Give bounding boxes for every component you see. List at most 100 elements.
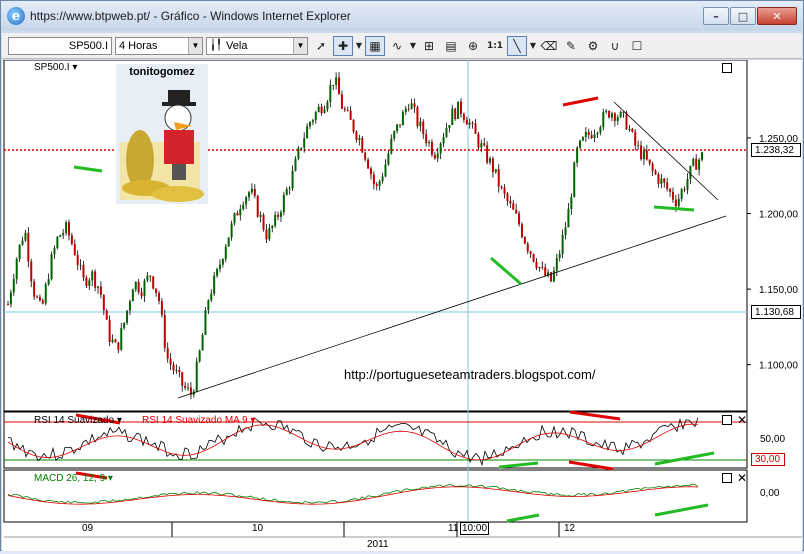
candle-body bbox=[82, 264, 85, 278]
maximize-panel-icon[interactable] bbox=[722, 63, 732, 73]
candle-body bbox=[175, 370, 178, 372]
year-label: 2011 bbox=[367, 539, 389, 550]
candle-body bbox=[323, 109, 326, 113]
rsi-label[interactable]: RSI 14 Suavizado ▾ bbox=[34, 415, 122, 426]
candle-body bbox=[47, 279, 50, 285]
candle-body bbox=[256, 195, 259, 217]
candle-body bbox=[108, 319, 111, 343]
candle-body bbox=[277, 214, 280, 217]
candle-body bbox=[369, 168, 372, 175]
candle-body bbox=[695, 158, 698, 170]
candle-body bbox=[181, 372, 184, 386]
layout-icon[interactable]: ▤ bbox=[441, 36, 461, 56]
candle-body bbox=[155, 288, 158, 294]
crosshair-tool-icon[interactable]: ✚ bbox=[333, 35, 353, 56]
close-panel-icon[interactable]: ✕ bbox=[737, 414, 747, 426]
macd-label[interactable]: MACD 26, 12, 9 ▾ bbox=[34, 473, 113, 484]
rsi-divergence-green bbox=[498, 461, 539, 469]
minimize-button[interactable]: – bbox=[703, 7, 729, 25]
candle-body bbox=[70, 235, 73, 244]
indicator-tool-icon[interactable]: ∿ bbox=[387, 36, 407, 56]
chevron-down-icon[interactable]: ▼ bbox=[355, 36, 363, 56]
chevron-down-icon[interactable]: ▼ bbox=[529, 36, 537, 56]
chevron-down-icon: ▼ bbox=[293, 37, 307, 54]
candle-body bbox=[30, 261, 33, 282]
candle-body bbox=[15, 258, 18, 280]
divergence-green-line bbox=[490, 256, 522, 286]
current-price-tag: 1.238,32 bbox=[751, 143, 801, 157]
chart-toolbar: SP500.I 4 Horas ▼ ╽╿ Vela ▼ ➚ ✚ ▼ ▦ ∿ ▼ … bbox=[2, 33, 802, 59]
candle-body bbox=[428, 142, 431, 144]
y-tick-label: 1.200,00 bbox=[759, 210, 798, 221]
candle-body bbox=[18, 244, 21, 259]
symbol-field[interactable]: SP500.I bbox=[8, 36, 112, 55]
chart-type-select[interactable]: ╽╿ Vela ▼ bbox=[206, 36, 308, 55]
candle-body bbox=[184, 385, 187, 388]
candle-body bbox=[317, 106, 320, 113]
one-to-one-icon[interactable]: 1:1 bbox=[485, 36, 505, 56]
browser-window: e https://www.btpweb.pt/ - Gráfico - Win… bbox=[0, 0, 804, 551]
candle-body bbox=[358, 137, 361, 140]
chart-area[interactable]: 1.250,00 1.200,00 1.150,00 1.100,00 SP500.I… bbox=[2, 59, 802, 551]
add-panel-icon[interactable]: ⊞ bbox=[419, 36, 439, 56]
candle-body bbox=[198, 350, 201, 362]
candle-body bbox=[300, 147, 303, 149]
maximize-panel-icon[interactable] bbox=[722, 473, 732, 483]
candle-body bbox=[123, 322, 126, 329]
candle-body bbox=[352, 119, 355, 132]
candle-body bbox=[657, 174, 660, 184]
window-icon[interactable]: ☐ bbox=[627, 36, 647, 56]
maximize-button[interactable]: □ bbox=[730, 7, 756, 25]
candle-body bbox=[38, 297, 41, 301]
candle-body bbox=[33, 281, 36, 297]
candle-body bbox=[114, 339, 117, 343]
candle-body bbox=[230, 223, 233, 238]
candle-body bbox=[451, 108, 454, 126]
candle-body bbox=[239, 209, 242, 216]
symbol-value: SP500.I bbox=[68, 39, 108, 52]
candle-body bbox=[599, 127, 602, 133]
chevron-down-icon[interactable]: ▼ bbox=[409, 36, 417, 56]
candle-body bbox=[210, 293, 213, 301]
timeframe-select[interactable]: 4 Horas ▼ bbox=[115, 36, 203, 55]
delete-drawings-icon[interactable]: ✎ bbox=[561, 36, 581, 56]
candle-body bbox=[393, 131, 396, 139]
candle-body bbox=[462, 114, 465, 120]
candle-body bbox=[338, 77, 341, 95]
candle-body bbox=[407, 108, 410, 110]
properties-icon[interactable]: ⚙ bbox=[583, 36, 603, 56]
candle-body bbox=[335, 77, 338, 85]
candle-body bbox=[396, 124, 399, 132]
y-tick-label: 1.150,00 bbox=[759, 285, 798, 296]
candle-body bbox=[282, 194, 285, 213]
candle-body bbox=[593, 134, 596, 139]
candle-body bbox=[541, 267, 544, 269]
candle-body bbox=[67, 222, 70, 236]
candle-body bbox=[201, 334, 204, 351]
grid-tool-icon[interactable]: ▦ bbox=[365, 35, 385, 56]
candle-body bbox=[515, 209, 518, 214]
candle-body bbox=[343, 108, 346, 111]
close-button[interactable]: ✕ bbox=[757, 7, 797, 25]
rsi-ma-label[interactable]: RSI 14 Suavizado MA 9 ▾ bbox=[142, 415, 255, 426]
candle-body bbox=[561, 235, 564, 255]
rsi-divergence-green bbox=[654, 451, 715, 466]
candle-body bbox=[686, 179, 689, 190]
rsi-level-tag: 30,00 bbox=[751, 453, 785, 466]
candle-body bbox=[308, 122, 311, 127]
magnet-icon[interactable]: ∪ bbox=[605, 36, 625, 56]
candle-body bbox=[152, 276, 155, 289]
zoom-icon[interactable]: ⊕ bbox=[463, 36, 483, 56]
macd-divergence-green bbox=[654, 503, 709, 517]
candle-body bbox=[250, 188, 253, 193]
symbol-label[interactable]: SP500.I ▾ bbox=[34, 62, 77, 73]
trendline-tool-icon[interactable]: ╲ bbox=[507, 35, 527, 56]
close-panel-icon[interactable]: ✕ bbox=[737, 472, 747, 484]
candle-body bbox=[381, 176, 384, 182]
candle-body bbox=[416, 107, 419, 127]
candle-body bbox=[631, 128, 634, 132]
maximize-panel-icon[interactable] bbox=[722, 415, 732, 425]
pointer-tool-icon[interactable]: ➚ bbox=[311, 36, 331, 56]
eraser-icon[interactable]: ⌫ bbox=[539, 36, 559, 56]
candle-body bbox=[552, 270, 555, 282]
